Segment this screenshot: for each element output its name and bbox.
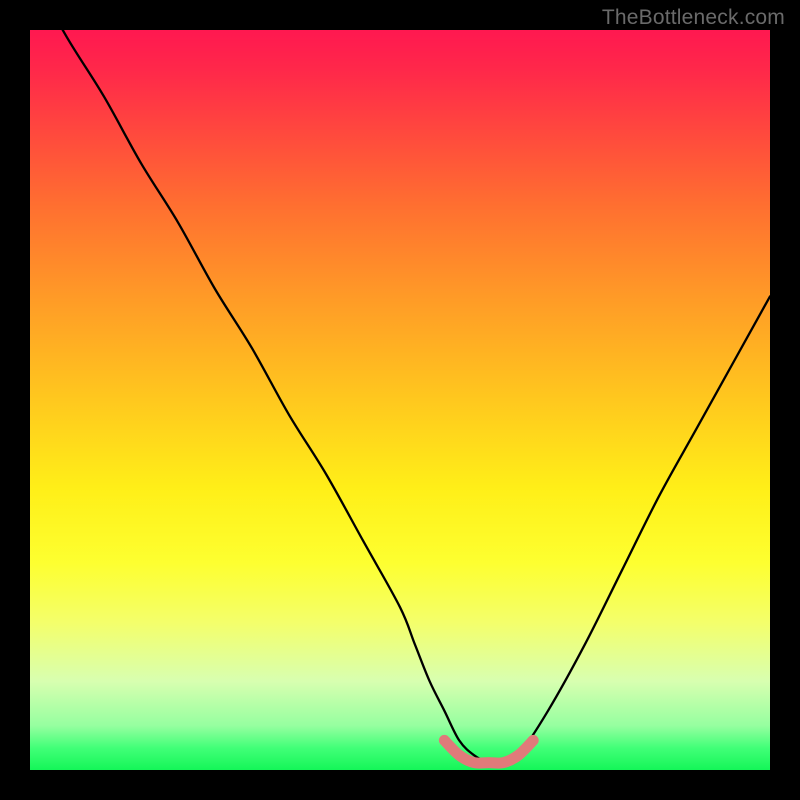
chart-overlay xyxy=(0,0,800,800)
bottleneck-curve-line xyxy=(30,0,770,764)
watermark-text: TheBottleneck.com xyxy=(602,6,785,30)
optimal-highlight-line xyxy=(444,740,533,763)
